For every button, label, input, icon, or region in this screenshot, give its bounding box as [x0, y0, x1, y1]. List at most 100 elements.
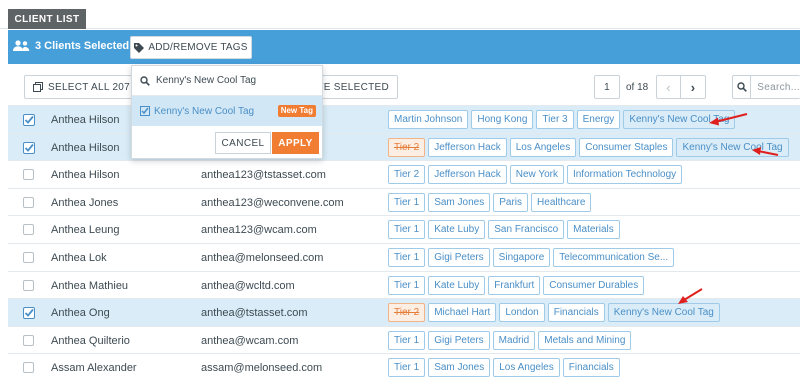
tag-chip[interactable]: Frankfurt [488, 275, 541, 295]
tag-chip[interactable]: Consumer Staples [579, 137, 674, 157]
client-email: assam@melonseed.com [201, 362, 323, 375]
tag-chip[interactable]: Jefferson Hack [428, 165, 507, 185]
tag-chip[interactable]: Tier 1 [388, 358, 426, 378]
tag-chip[interactable]: Michael Hart [428, 303, 497, 323]
apply-button[interactable]: APPLY [272, 132, 319, 154]
client-name: Anthea Quilterio [51, 334, 130, 347]
checkbox[interactable] [23, 224, 34, 236]
previous-page-icon[interactable]: ‹ [657, 76, 682, 98]
delete-selected-button[interactable]: ETE SELECTED [312, 75, 398, 99]
tag-chip[interactable]: Telecommunication Se... [553, 248, 675, 267]
tag-chip[interactable]: Gigi Peters [428, 330, 490, 350]
search-input[interactable]: Search... [751, 82, 800, 93]
tag-list: Tier 2 Michael Hart London Financials Kenny'… [388, 303, 720, 323]
tag-option[interactable]: Kenny's New Cool Tag New Tag [132, 96, 322, 126]
tab-client-list[interactable]: CLIENT LIST [8, 9, 86, 29]
tag-chip[interactable]: Tier 1 [388, 275, 426, 295]
tag-chip[interactable]: Gigi Peters [428, 248, 490, 267]
checkbox[interactable] [23, 252, 34, 263]
tag-chip[interactable]: Tier 1 [388, 192, 426, 212]
checkbox[interactable] [23, 362, 34, 374]
client-name: Anthea Lok [51, 252, 107, 264]
add-remove-tags-button[interactable]: ADD/REMOVE TAGS [130, 36, 252, 59]
tag-chip[interactable]: Singapore [492, 248, 551, 267]
tag-chip[interactable]: Tier 1 [388, 220, 426, 240]
cancel-button[interactable]: CANCEL [215, 132, 271, 154]
checkbox[interactable] [23, 196, 34, 208]
client-name: Anthea Leung [51, 224, 120, 237]
tag-chip[interactable]: Tier 3 [536, 110, 574, 129]
client-email: anthea@wcam.com [201, 334, 299, 347]
tag-chip[interactable]: New York [509, 165, 564, 185]
tag-chip[interactable]: Materials [567, 220, 620, 240]
checkbox-checked-icon [23, 141, 35, 154]
tag-chip[interactable]: Tier 2 [388, 303, 426, 323]
table-row[interactable]: Anthea Hilson Tier 2 Jefferson Hack Los Ang… [8, 132, 800, 161]
tag-list: Tier 1 Gigi Peters Madrid Metals and Mining [388, 330, 632, 350]
tag-chip[interactable]: Tier 2 [388, 165, 426, 185]
page-number-input[interactable]: 1 [594, 75, 620, 99]
checkbox-checked-icon [23, 114, 35, 126]
tag-chip[interactable]: Metals and Mining [538, 330, 632, 350]
table-row[interactable]: Assam Alexander assam@melonseed.com Tier 1… [8, 353, 800, 381]
table-row[interactable]: Anthea Hilson anthea123@tstasset.com Tier … [8, 160, 800, 188]
tag-chip[interactable]: Kate Luby [428, 275, 486, 295]
tag-chip[interactable]: Sam Jones [428, 192, 491, 212]
table-row[interactable]: Anthea Hilson Martin Johnson Hong Kong Tier… [8, 105, 800, 133]
client-name: Assam Alexander [51, 362, 137, 375]
selection-count-label: 3 Clients Selected [35, 40, 130, 52]
client-name: Anthea Hilson [51, 169, 120, 182]
tag-chip[interactable]: Martin Johnson [388, 110, 469, 129]
pagination-nav: ‹ › [656, 75, 706, 99]
tag-list: Tier 2 Jefferson Hack Los Angeles Consumer … [388, 137, 789, 157]
tag-list: Tier 1 Kate Luby Frankfurt Consumer Durable… [388, 275, 645, 295]
tag-chip[interactable]: Paris [493, 192, 529, 212]
client-name: Anthea Ong [51, 307, 110, 320]
client-email: anthea123@tstasset.com [201, 169, 326, 182]
client-name: Anthea Jones [51, 196, 119, 209]
next-page-icon[interactable]: › [681, 76, 705, 98]
tag-chip[interactable]: Healthcare [531, 192, 592, 212]
tab-strip: CLIENT LIST [0, 0, 800, 29]
checkbox-checked[interactable] [23, 114, 35, 126]
tag-chip[interactable]: Kate Luby [428, 220, 486, 240]
search-box[interactable]: Search... [732, 75, 800, 99]
tag-chip[interactable]: Los Angeles [493, 358, 560, 378]
client-name: Anthea Hilson [51, 114, 120, 126]
tag-chip[interactable]: London [499, 303, 545, 323]
tag-chip[interactable]: Sam Jones [428, 358, 491, 378]
select-all-button[interactable]: SELECT ALL 207 C [24, 75, 142, 99]
checkbox-checked-icon [23, 307, 35, 320]
add-remove-tags-label: ADD/REMOVE TAGS [148, 42, 248, 53]
tag-search-field[interactable]: Kenny's New Cool Tag [132, 66, 322, 96]
checkbox[interactable] [23, 334, 34, 346]
tag-chip[interactable]: San Francisco [488, 220, 565, 240]
tag-chip[interactable]: Tier 2 [388, 137, 426, 157]
tag-list: Tier 1 Gigi Peters Singapore Telecommunicat… [388, 248, 675, 267]
checkbox-checked[interactable] [23, 141, 35, 154]
tag-chip[interactable]: Financials [562, 358, 620, 378]
page-total: of 18 [626, 82, 649, 93]
checkbox[interactable] [23, 169, 34, 181]
annotation-arrow [752, 147, 779, 156]
select-all-label: SELECT ALL 207 C [48, 81, 141, 93]
tag-chip[interactable]: Jefferson Hack [428, 137, 507, 157]
tag-chip[interactable]: Tier 1 [388, 248, 426, 267]
users-icon [13, 40, 30, 51]
tag-chip[interactable]: Financials [547, 303, 605, 323]
tag-chip[interactable]: Energy [576, 110, 621, 129]
tag-chip[interactable]: Hong Kong [471, 110, 534, 129]
table-row[interactable]: Anthea Lok anthea@melonseed.com Tier 1 Gigi… [8, 243, 800, 271]
tag-chip[interactable]: Tier 1 [388, 330, 426, 350]
client-email: anthea123@weconvene.com [201, 196, 344, 209]
checkbox[interactable] [23, 279, 34, 291]
table-row[interactable]: Anthea Leung anthea123@wcam.com Tier 1 Kate… [8, 215, 800, 243]
table-row[interactable]: Anthea Jones anthea123@weconvene.com Tier … [8, 187, 800, 216]
tag-chip[interactable]: Madrid [492, 330, 536, 350]
tag-chip[interactable]: Information Technology [566, 165, 683, 185]
tag-list: Tier 1 Kate Luby San Francisco Materials [388, 220, 620, 240]
table-row[interactable]: Anthea Quilterio anthea@wcam.com Tier 1 Gig… [8, 325, 800, 354]
checkbox-checked[interactable] [23, 307, 35, 320]
tag-chip[interactable]: Consumer Durables [543, 275, 645, 295]
tag-chip[interactable]: Los Angeles [509, 137, 577, 157]
